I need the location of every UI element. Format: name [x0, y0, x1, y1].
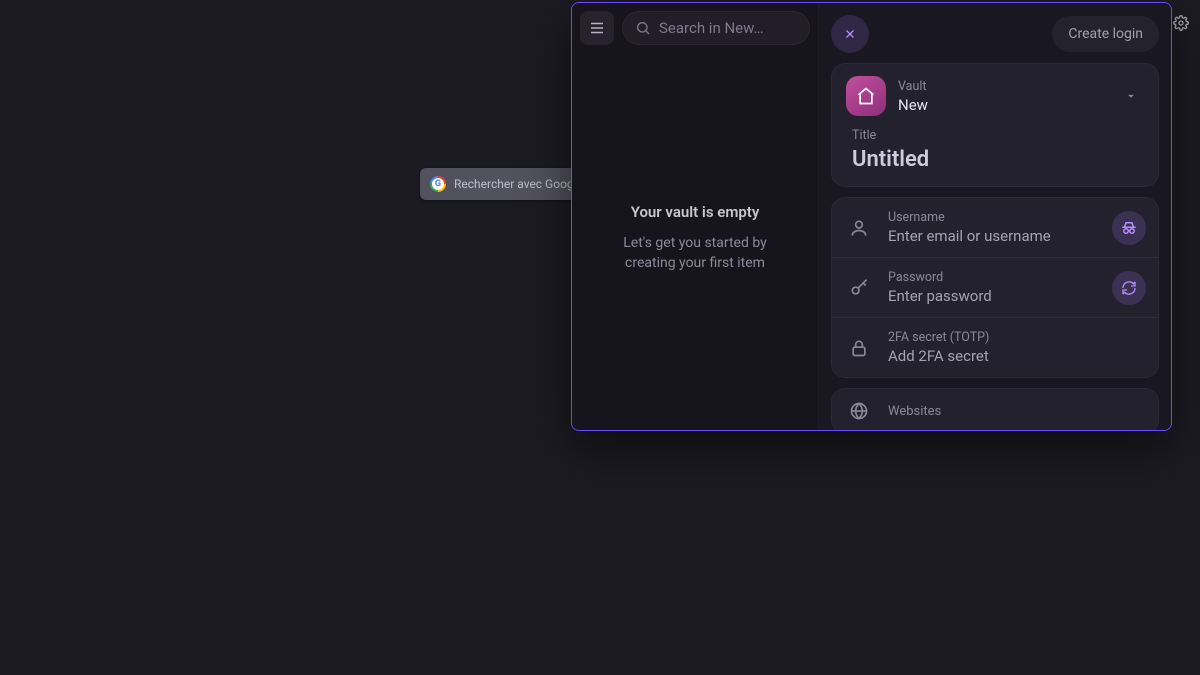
username-label: Username	[888, 210, 1098, 225]
lock-icon	[849, 338, 869, 358]
vault-icon-badge	[846, 76, 886, 116]
google-icon	[430, 176, 446, 192]
websites-card[interactable]: Websites	[831, 388, 1159, 430]
vault-title-card: Vault New Title Untitled	[831, 63, 1159, 187]
empty-vault-state: Your vault is empty Let's get you starte…	[572, 53, 818, 430]
totp-field[interactable]: 2FA secret (TOTP) Add 2FA secret	[832, 317, 1158, 377]
close-button[interactable]	[831, 15, 869, 53]
password-label: Password	[888, 270, 1098, 285]
totp-label: 2FA secret (TOTP)	[888, 330, 1146, 345]
title-value: Untitled	[852, 147, 1138, 172]
create-login-label: Create login	[1068, 26, 1143, 42]
empty-title: Your vault is empty	[631, 203, 760, 221]
panel-right-column: Create login Vault New Title Untitled	[819, 3, 1171, 430]
create-login-button[interactable]: Create login	[1052, 16, 1159, 52]
search-icon	[635, 20, 651, 36]
vault-search-input[interactable]: Search in New…	[622, 11, 810, 45]
password-manager-panel: Search in New… Your vault is empty Let's…	[571, 2, 1172, 431]
generate-alias-button[interactable]	[1112, 211, 1146, 245]
refresh-icon	[1121, 280, 1137, 296]
empty-sub-line2: creating your first item	[623, 253, 766, 273]
close-icon	[843, 27, 857, 41]
title-field[interactable]: Title Untitled	[838, 116, 1152, 172]
password-field[interactable]: Password Enter password	[832, 257, 1158, 317]
username-placeholder: Enter email or username	[888, 227, 1098, 245]
key-icon	[849, 278, 869, 298]
vault-name: New	[898, 96, 1124, 114]
credentials-card: Username Enter email or username Passwor…	[831, 197, 1159, 378]
websites-label: Websites	[888, 404, 941, 419]
password-placeholder: Enter password	[888, 287, 1098, 305]
username-field[interactable]: Username Enter email or username	[832, 198, 1158, 257]
empty-sub-line1: Let's get you started by	[623, 233, 766, 253]
totp-placeholder: Add 2FA secret	[888, 347, 1146, 365]
vault-dropdown-chevron	[1124, 89, 1138, 103]
incognito-icon	[1120, 219, 1138, 237]
vault-search-placeholder: Search in New…	[659, 19, 764, 37]
chevron-down-icon	[1124, 89, 1138, 103]
globe-icon	[849, 401, 869, 421]
hamburger-icon	[588, 19, 606, 37]
user-icon	[849, 218, 869, 238]
panel-left-column: Search in New… Your vault is empty Let's…	[572, 3, 819, 430]
house-icon	[856, 86, 876, 106]
menu-button[interactable]	[580, 11, 614, 45]
title-label: Title	[852, 128, 1138, 143]
vault-label: Vault	[898, 79, 1124, 94]
vault-selector[interactable]: Vault New	[838, 68, 1152, 116]
generate-password-button[interactable]	[1112, 271, 1146, 305]
